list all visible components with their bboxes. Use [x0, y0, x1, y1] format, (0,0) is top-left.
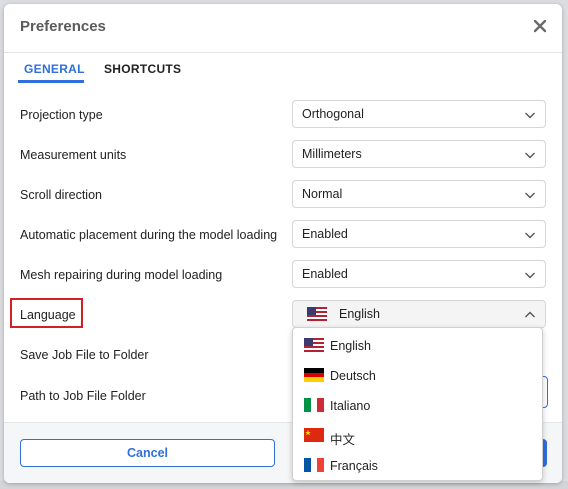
- close-icon[interactable]: [530, 16, 550, 36]
- auto-placement-select[interactable]: Enabled: [292, 220, 546, 248]
- setting-label: Mesh repairing during model loading: [20, 268, 223, 282]
- setting-row-scroll: Scroll direction Normal: [4, 180, 562, 212]
- language-option-english[interactable]: English: [293, 331, 542, 361]
- language-label-highlight: [10, 298, 83, 328]
- select-value: Orthogonal: [302, 107, 364, 121]
- measurement-units-select[interactable]: Millimeters: [292, 140, 546, 168]
- scroll-direction-select[interactable]: Normal: [292, 180, 546, 208]
- us-flag-icon: [307, 307, 327, 321]
- de-flag-icon: [304, 368, 324, 382]
- fr-flag-icon: [304, 458, 324, 472]
- chevron-down-icon: [525, 272, 535, 279]
- chevron-down-icon: [525, 152, 535, 159]
- language-option-label: English: [330, 339, 371, 353]
- language-option-label: 中文: [330, 433, 356, 447]
- chevron-up-icon: [525, 311, 535, 318]
- setting-label: Measurement units: [20, 148, 127, 162]
- language-option-deutsch[interactable]: Deutsch: [293, 361, 542, 391]
- select-value: English: [339, 307, 380, 321]
- select-value: Enabled: [302, 227, 348, 241]
- language-option-label: Italiano: [330, 399, 371, 413]
- language-option-label: Français: [330, 459, 378, 473]
- chevron-down-icon: [525, 192, 535, 199]
- setting-label: Projection type: [20, 108, 103, 122]
- projection-type-select[interactable]: Orthogonal: [292, 100, 546, 128]
- cancel-button[interactable]: Cancel: [20, 439, 275, 467]
- mesh-repair-select[interactable]: Enabled: [292, 260, 546, 288]
- it-flag-icon: [304, 398, 324, 412]
- tab-shortcuts[interactable]: SHORTCUTS: [104, 62, 181, 76]
- setting-row-mesh-repair: Mesh repairing during model loading Enab…: [4, 260, 562, 292]
- select-value: Millimeters: [302, 147, 362, 161]
- chevron-down-icon: [525, 112, 535, 119]
- dialog-header: Preferences: [4, 4, 562, 53]
- chevron-down-icon: [525, 232, 535, 239]
- language-dropdown-menu: English Deutsch Italiano 中文 Français: [292, 327, 543, 481]
- setting-label: Path to Job File Folder: [20, 389, 146, 403]
- language-option-italiano[interactable]: Italiano: [293, 391, 542, 421]
- cn-flag-icon: [304, 428, 324, 442]
- setting-label: Automatic placement during the model loa…: [20, 228, 278, 242]
- active-tab-indicator: [18, 80, 84, 83]
- tab-bar: GENERAL SHORTCUTS: [4, 52, 562, 82]
- setting-row-projection: Projection type Orthogonal: [4, 100, 562, 132]
- language-option-label: Deutsch: [330, 369, 376, 383]
- setting-row-units: Measurement units Millimeters: [4, 140, 562, 172]
- setting-label: Scroll direction: [20, 188, 102, 202]
- language-option-francais[interactable]: Français: [293, 451, 542, 481]
- us-flag-icon: [304, 338, 324, 352]
- setting-row-auto-placement: Automatic placement during the model loa…: [4, 220, 562, 252]
- select-value: Enabled: [302, 267, 348, 281]
- language-option-chinese[interactable]: 中文: [293, 421, 542, 451]
- dialog-title: Preferences: [20, 18, 106, 35]
- tab-general[interactable]: GENERAL: [24, 62, 85, 76]
- setting-label: Save Job File to Folder: [20, 348, 149, 362]
- select-value: Normal: [302, 187, 343, 201]
- language-select[interactable]: English: [292, 300, 546, 328]
